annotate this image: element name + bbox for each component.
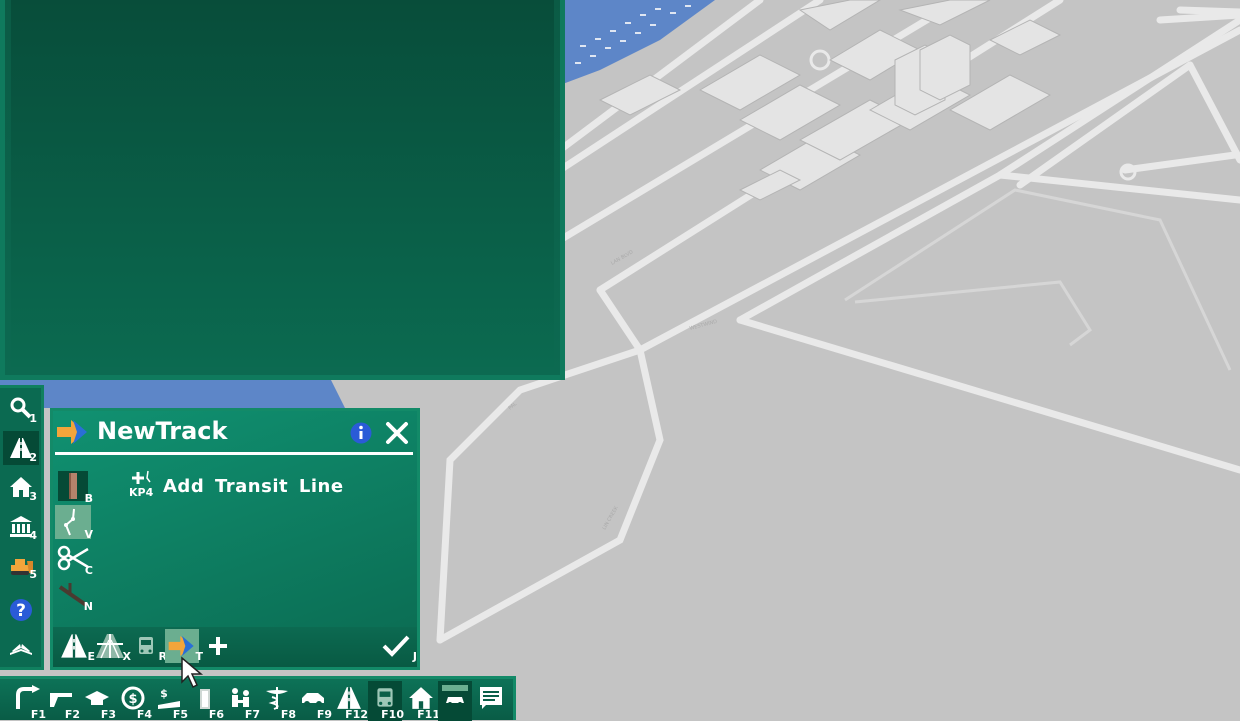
info-panel	[0, 0, 565, 380]
fkey-button-f8[interactable]: F8	[260, 681, 296, 721]
add-transit-line-button[interactable]: KP4 Add Transit Line	[129, 469, 344, 503]
dialog-header: NewTrack	[53, 411, 417, 453]
fkey-button-f1[interactable]: F1	[10, 681, 46, 721]
vehicle-icon	[442, 685, 468, 706]
plus-icon	[209, 637, 227, 655]
tool-cut[interactable]: C	[55, 541, 93, 577]
function-key-bar: F1 F2 F3 $ F4 $ F5 F6 F7 F8 F9 F12 F10 F…	[0, 676, 516, 721]
tool-vertex[interactable]: V	[55, 505, 93, 541]
bus-icon	[139, 637, 153, 654]
message-button[interactable]	[474, 681, 508, 721]
close-icon[interactable]	[385, 421, 409, 445]
add-transit-line-label: Add Transit Line	[163, 475, 344, 497]
fkey-button-f2[interactable]: F2	[44, 681, 80, 721]
highway-icon	[96, 634, 124, 659]
query-button[interactable]: 1	[3, 392, 39, 426]
civic-button[interactable]: 4	[3, 509, 39, 543]
header-divider	[55, 452, 413, 455]
svg-text:$: $	[160, 687, 168, 700]
road-mode-button[interactable]: E	[57, 629, 95, 663]
fkey-button-f9[interactable]: F9	[296, 681, 332, 721]
fkey-button-f3[interactable]: F3	[80, 681, 116, 721]
tool-brush[interactable]: B	[55, 469, 93, 505]
mouse-cursor-icon	[181, 656, 204, 689]
checkmark-icon	[382, 635, 410, 657]
transit-arrow-icon	[57, 420, 87, 444]
svg-text:?: ?	[16, 601, 26, 621]
vehicle-view-button[interactable]	[438, 681, 472, 721]
water-area-left	[0, 378, 345, 408]
track-brush-icon	[58, 471, 88, 501]
tool-network[interactable]: N	[55, 577, 93, 613]
message-icon	[480, 687, 502, 709]
road-icon	[61, 634, 87, 658]
zoning-button[interactable]: 3	[3, 470, 39, 504]
confirm-button[interactable]: J	[379, 629, 417, 663]
fkey-button-f4[interactable]: $ F4	[116, 681, 152, 721]
fkey-button-f12[interactable]: F12	[332, 681, 368, 721]
bus-mode-button[interactable]: R	[129, 629, 167, 663]
fkey-button-f7[interactable]: F7	[224, 681, 260, 721]
help-button[interactable]: ?	[3, 593, 39, 627]
track-tools: B V C N	[55, 469, 93, 613]
bulldozer-button[interactable]: 5	[3, 548, 39, 582]
info-panel-content	[11, 0, 554, 367]
help-icon: ?	[10, 599, 32, 621]
open-book-icon	[10, 644, 32, 655]
fkey-button-f10[interactable]: F10	[368, 681, 404, 721]
highway-mode-button[interactable]: X	[93, 629, 131, 663]
citipedia-button[interactable]	[3, 630, 39, 664]
tool-sidebar: 1 2 3 4 5 ?	[0, 385, 44, 670]
transportation-button[interactable]: 2	[3, 431, 39, 465]
dialog-title: NewTrack	[97, 417, 228, 445]
dialog-toolbar: E X R T J	[53, 627, 417, 667]
new-track-dialog: NewTrack B V C N KP4 Add Transit Line E …	[50, 408, 420, 670]
svg-text:$: $	[128, 692, 137, 707]
fkey-button-f11[interactable]: F11	[404, 681, 440, 721]
add-line-key: KP4	[129, 470, 159, 502]
info-icon[interactable]	[350, 422, 372, 444]
